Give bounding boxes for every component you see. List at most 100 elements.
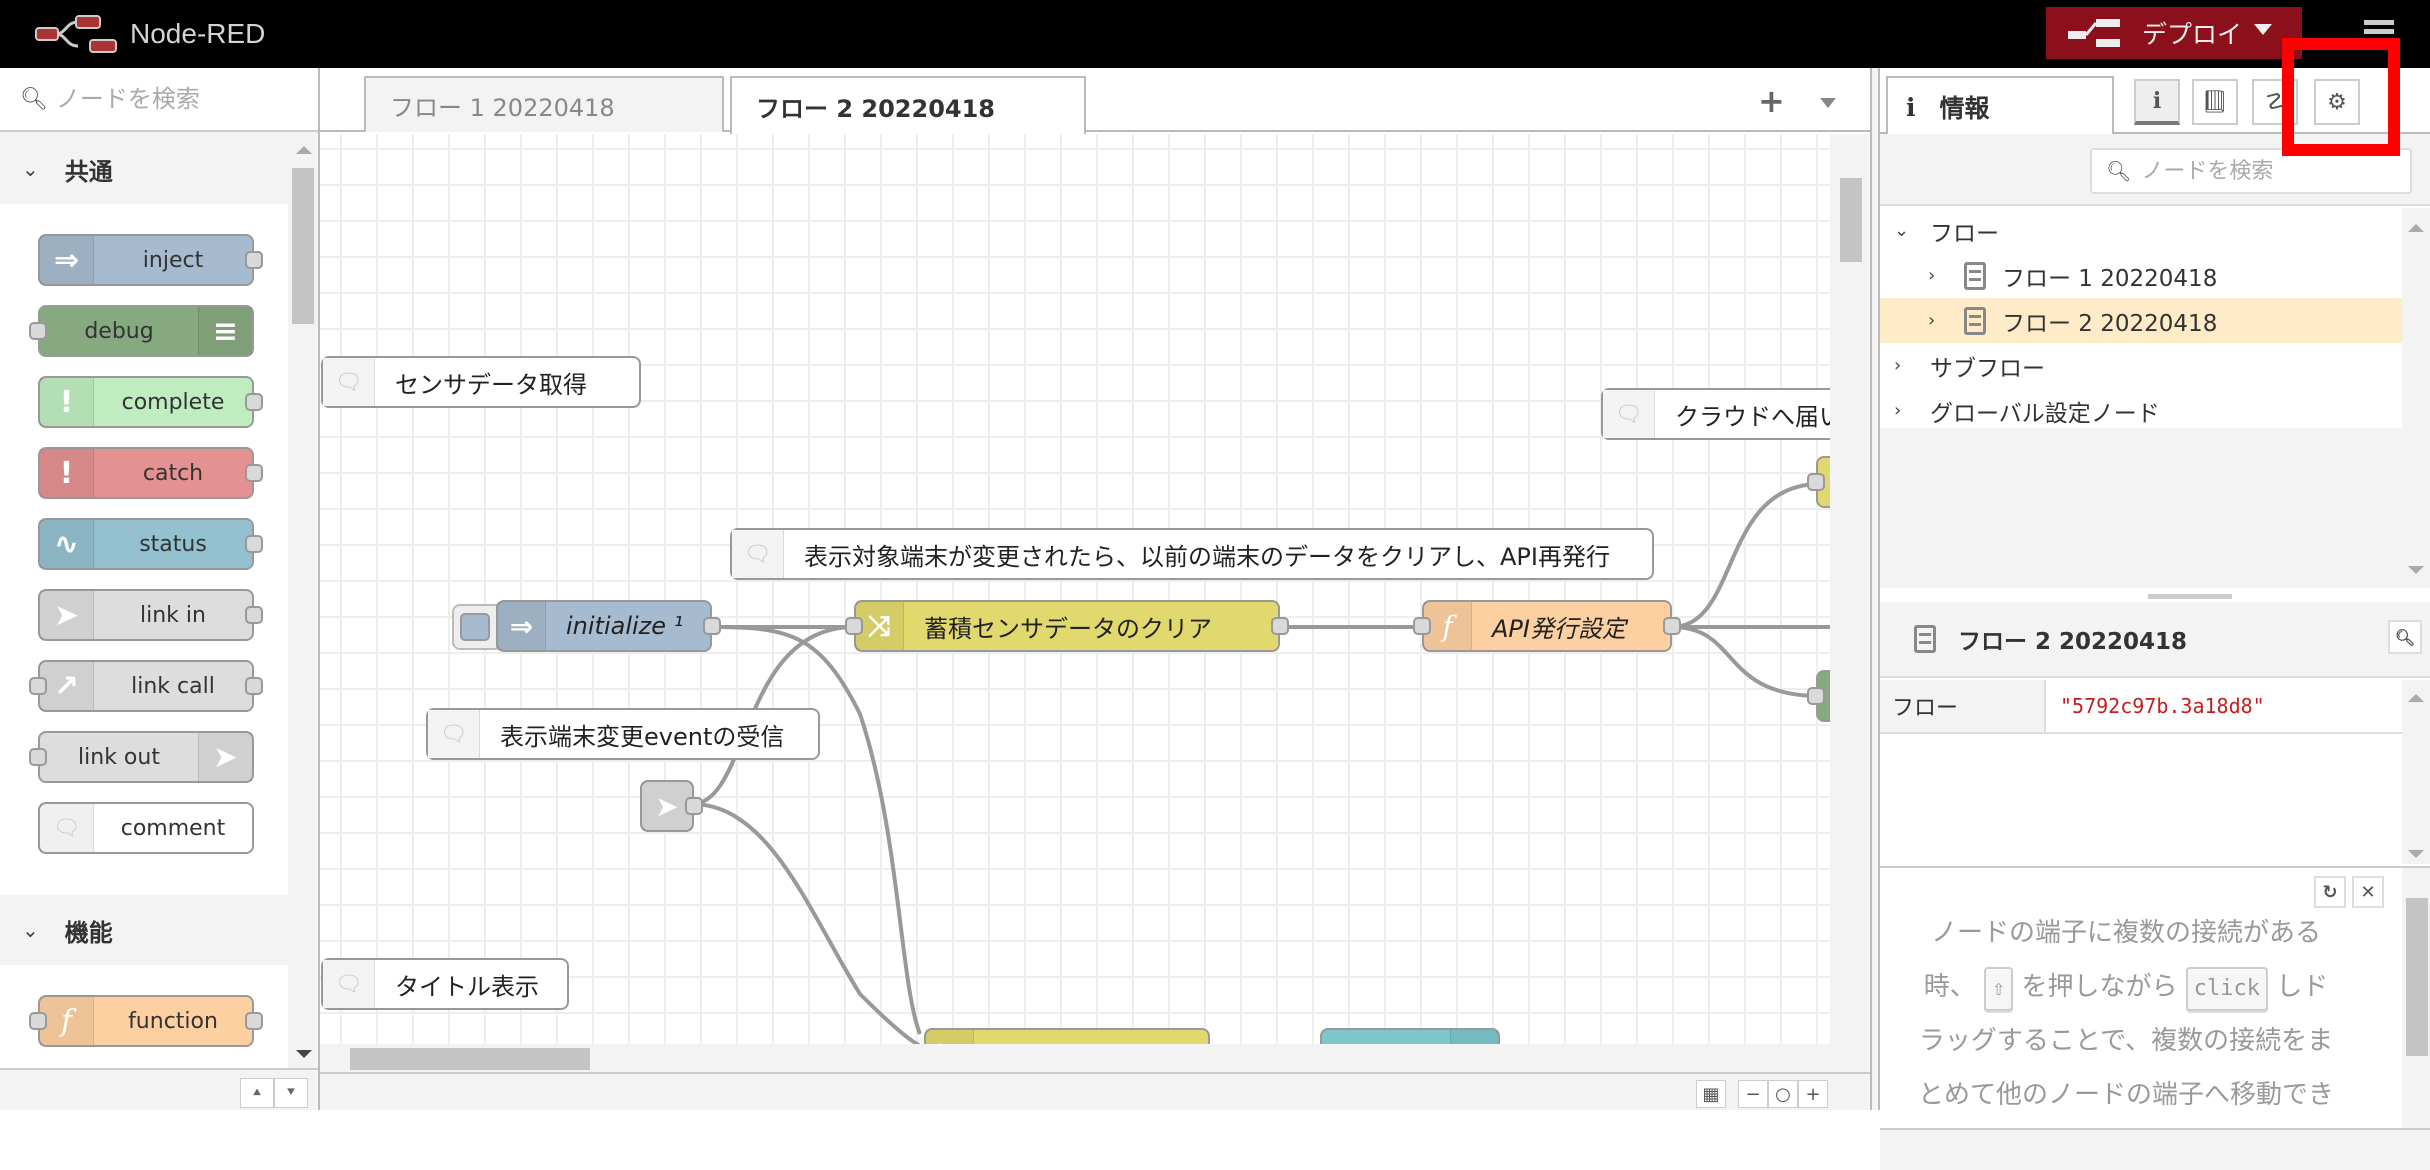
search-icon: 🔍︎: [2106, 159, 2132, 183]
add-flow-icon[interactable]: +: [1758, 82, 1785, 120]
function-icon: f: [1424, 602, 1472, 650]
deploy-button[interactable]: デプロイ: [2046, 7, 2302, 59]
output-port: [245, 606, 263, 624]
palette-category-common[interactable]: ⌄ 共通: [0, 134, 288, 204]
info-tab-button[interactable]: i: [2134, 79, 2180, 125]
close-icon[interactable]: ✕: [2352, 876, 2384, 908]
inject-node-initialize[interactable]: ⇒ initialize ¹: [496, 600, 721, 652]
scroll-down-icon[interactable]: [2408, 566, 2424, 574]
scroll-down-icon[interactable]: [296, 1050, 312, 1058]
node-label: complete: [121, 389, 225, 415]
palette-node-comment[interactable]: 🗨︎ comment: [38, 802, 254, 854]
canvas-horizontal-scrollbar[interactable]: [320, 1044, 1830, 1072]
exclamation-icon: !: [40, 449, 94, 497]
link-in-node[interactable]: ➤: [640, 780, 703, 832]
wire: [711, 625, 922, 1035]
scroll-up-icon[interactable]: [296, 146, 312, 154]
comment-icon: 🗨︎: [40, 804, 94, 852]
scroll-up-icon[interactable]: [2408, 694, 2424, 702]
sidebar-resize-handle[interactable]: [1870, 68, 1878, 1110]
sidebar-search-input[interactable]: [2141, 158, 2342, 184]
help-book-icon[interactable]: 📕︎: [2192, 79, 2238, 125]
chevron-right-icon: ›: [1928, 310, 1936, 331]
palette-scrollbar[interactable]: [290, 134, 318, 1068]
chevron-right-icon: ›: [1928, 265, 1936, 286]
scroll-down-icon[interactable]: [2408, 850, 2424, 858]
zoom-reset-button[interactable]: ○: [1768, 1080, 1798, 1108]
palette-node-catch[interactable]: ! catch: [38, 447, 263, 499]
palette-node-link-in[interactable]: ➤ link in: [38, 589, 263, 641]
flow-canvas[interactable]: 🗨︎ センサデータ取得 🗨︎ 表示対象端末が変更されたら、以前の端末のデータをク…: [320, 134, 1830, 1044]
comment-node[interactable]: 🗨︎ センサデータ取得: [321, 356, 641, 408]
palette-node-complete[interactable]: ! complete: [38, 376, 263, 428]
palette-node-link-call[interactable]: ↗ link call: [29, 660, 263, 712]
node-label: API発行設定: [1492, 614, 1626, 643]
tab-flow-1[interactable]: フロー 1 20220418: [364, 76, 724, 132]
comment-node[interactable]: 🗨︎ クラウドへ届い: [1601, 388, 1830, 440]
zoom-out-button[interactable]: −: [1738, 1080, 1768, 1108]
palette-node-status[interactable]: ∿ status: [38, 518, 263, 570]
comment-node[interactable]: 🗨︎ 表示対象端末が変更されたら、以前の端末のデータをクリアし、API再発行: [730, 528, 1654, 580]
change-node-clear[interactable]: ⤨ 蓄積センサデータのクリア: [845, 600, 1289, 652]
panel-resize-handle[interactable]: [2148, 594, 2232, 599]
output-port: [1271, 617, 1289, 635]
inject-trigger-button[interactable]: [452, 604, 498, 650]
tree-item-flow-2[interactable]: › フロー 2 20220418: [1880, 298, 2402, 343]
flow-icon: [1914, 625, 1936, 653]
refresh-tip-icon[interactable]: ↻: [2314, 876, 2346, 908]
flow-list-dropdown-icon[interactable]: [1820, 98, 1836, 108]
tips-scrollbar[interactable]: [2402, 868, 2430, 1128]
palette-node-debug[interactable]: debug ≡: [29, 305, 254, 357]
ui-text-node[interactable]: 表示 abc: [1320, 1028, 1500, 1044]
node-label: センサデータ取得: [395, 370, 587, 399]
zoom-in-button[interactable]: +: [1798, 1080, 1828, 1108]
palette-category-function[interactable]: ⌄ 機能: [0, 895, 288, 965]
tab-info[interactable]: i 情報: [1886, 76, 2114, 136]
properties-title: フロー 2 20220418: [1958, 629, 2188, 655]
tree-item-flow-1[interactable]: › フロー 1 20220418: [1880, 253, 2402, 298]
function-node-api[interactable]: f API発行設定: [1413, 600, 1681, 652]
collapse-all-button[interactable]: ⯅: [240, 1078, 274, 1108]
workspace-footer: ▦ − ○ +: [320, 1072, 1870, 1110]
node-label: link call: [131, 673, 215, 699]
change-node-name[interactable]: ⤨ 端末名読み出し: [924, 1028, 1210, 1044]
tree-scrollbar[interactable]: [2402, 208, 2430, 588]
comment-node[interactable]: 🗨︎ 表示端末変更eventの受信: [426, 708, 820, 760]
comment-node[interactable]: 🗨︎ タイトル表示: [321, 958, 569, 1010]
tips-panel: ↻ ✕ ノードの端子に複数の接続がある 時、 ⇧ を押しながら click しド…: [1880, 866, 2430, 1128]
property-key: フロー: [1880, 680, 2046, 732]
tree-item-flows[interactable]: ⌄ フロー: [1880, 208, 2402, 253]
scroll-thumb[interactable]: [292, 168, 314, 324]
tree-item-subflows[interactable]: › サブフロー: [1880, 343, 2402, 388]
annotation-highlight-box: [2282, 38, 2400, 156]
deploy-dropdown-caret-icon[interactable]: [2254, 24, 2272, 35]
partial-node[interactable]: [1807, 456, 1830, 508]
palette-node-function[interactable]: f function: [29, 995, 263, 1047]
node-label: 表示対象端末が変更されたら、以前の端末のデータをクリアし、API再発行: [804, 542, 1610, 571]
canvas-vertical-scrollbar[interactable]: [1830, 134, 1870, 1072]
palette-node-inject[interactable]: ⇒ inject: [38, 234, 263, 286]
scroll-thumb[interactable]: [1840, 178, 1862, 262]
scroll-thumb[interactable]: [2406, 898, 2428, 1056]
palette-category-body: f function: [0, 965, 288, 1068]
search-icon[interactable]: 🔍︎: [2388, 620, 2422, 654]
output-port: [245, 535, 263, 553]
navigator-map-icon[interactable]: ▦: [1696, 1080, 1726, 1108]
palette-search: 🔍︎: [0, 68, 318, 132]
input-port: [845, 617, 863, 635]
partial-node[interactable]: [1807, 670, 1830, 722]
exclamation-icon: !: [40, 378, 94, 426]
palette-node-link-out[interactable]: link out ➤: [29, 731, 254, 783]
header-bar: Node-RED デプロイ: [0, 0, 2430, 68]
palette-search-input[interactable]: [55, 85, 316, 113]
chevron-down-icon: ⌄: [22, 918, 39, 942]
scroll-thumb[interactable]: [350, 1048, 590, 1070]
tab-label: フロー 1 20220418: [390, 93, 615, 122]
tree-label: グローバル設定ノード: [1930, 400, 2160, 427]
expand-all-button[interactable]: ⯆: [274, 1078, 308, 1108]
tree-item-global-config[interactable]: › グローバル設定ノード: [1880, 388, 2402, 433]
node-label: inject: [142, 247, 204, 273]
scroll-up-icon[interactable]: [2408, 224, 2424, 232]
properties-scrollbar[interactable]: [2402, 680, 2430, 864]
tab-flow-2[interactable]: フロー 2 20220418: [730, 76, 1086, 134]
